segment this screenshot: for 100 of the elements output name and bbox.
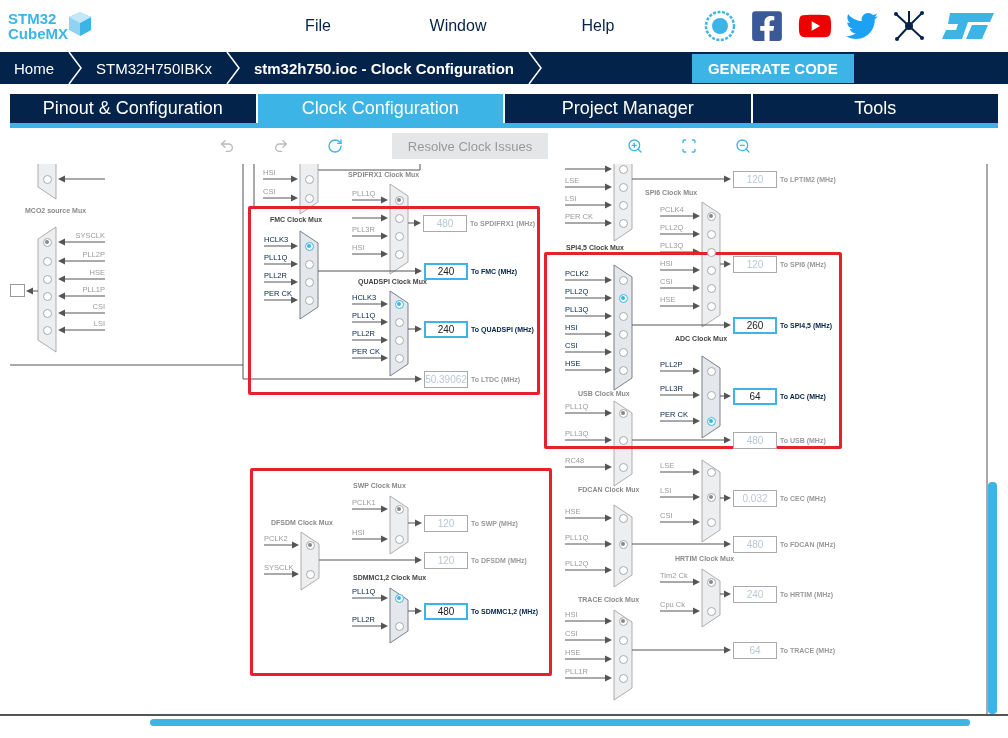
radio-button[interactable] [394,249,404,259]
radio-button[interactable] [706,247,716,257]
frequency-field[interactable]: 480 [424,603,468,620]
tab[interactable]: Tools [752,94,998,123]
twitter-icon[interactable] [846,10,878,42]
radio-button[interactable] [706,366,716,376]
zoom-out-icon[interactable] [735,138,751,154]
radio-button[interactable] [618,182,628,192]
tab[interactable]: Pinout & Configuration [10,94,256,123]
connector-arrow [351,232,388,240]
radio-button[interactable] [706,517,716,527]
radio-button[interactable] [304,241,314,251]
radio-button[interactable] [394,317,404,327]
radio-button[interactable] [304,174,314,184]
radio-button[interactable] [618,275,628,285]
breadcrumb-link[interactable]: stm32h750.ioc - Clock Configuration [239,59,528,77]
tab[interactable]: Project Manager [505,94,751,123]
radio-button[interactable] [618,616,628,626]
radio-button[interactable] [706,301,716,311]
connector-arrow [719,260,731,268]
frequency-field[interactable]: 260 [733,317,777,334]
radio-button[interactable] [618,539,628,549]
connector-arrow [351,594,388,602]
radio-button[interactable] [618,293,628,303]
radio-button[interactable] [706,467,716,477]
radio-button[interactable] [394,504,404,514]
radio-button[interactable] [42,308,52,318]
radio-button[interactable] [706,416,716,426]
radio-button[interactable] [618,654,628,664]
frequency-field[interactable]: 240 [424,263,468,280]
network-icon[interactable] [892,9,926,43]
radio-button[interactable] [618,673,628,683]
radio-button[interactable] [618,365,628,375]
radio-button[interactable] [304,193,314,203]
radio-button[interactable] [394,593,404,603]
breadcrumb-link[interactable]: STM32H750IBKx [82,59,226,77]
radio-button[interactable] [706,606,716,616]
radio-button[interactable] [42,256,52,266]
radio-button[interactable] [42,274,52,284]
menu-item[interactable]: Window [388,17,528,35]
connector-arrow [564,165,612,173]
radio-button[interactable] [618,164,628,174]
radio-button[interactable] [394,335,404,345]
reset-icon[interactable] [327,138,343,154]
radio-button[interactable] [394,299,404,309]
radio-button[interactable] [618,408,628,418]
connector-arrow [564,219,612,227]
connector-arrow [351,505,388,513]
radio-button[interactable] [618,347,628,357]
scrollbar-thumb[interactable] [988,482,997,714]
radio-button[interactable] [42,174,52,184]
connector-arrow [263,278,298,286]
frequency-field[interactable]: 240 [424,321,468,338]
radio-button[interactable] [706,390,716,400]
radio-button[interactable] [706,492,716,502]
menu-item[interactable]: Help [528,17,668,35]
radio-button[interactable] [706,283,716,293]
breadcrumb-link[interactable]: Home [0,59,68,77]
company-logo-icon[interactable] [940,11,996,41]
radio-button[interactable] [305,540,315,550]
radio-button[interactable] [304,295,314,305]
radio-button[interactable] [394,213,404,223]
radio-button[interactable] [618,435,628,445]
connector-arrow [262,194,298,202]
radio-button[interactable] [42,325,52,335]
dropdown-field[interactable] [10,284,25,297]
radio-button[interactable] [304,259,314,269]
radio-button[interactable] [394,231,404,241]
radio-button[interactable] [618,329,628,339]
fit-icon[interactable] [681,138,697,154]
radio-button[interactable] [706,265,716,275]
radio-button[interactable] [304,277,314,287]
radio-button[interactable] [42,291,52,301]
frequency-field[interactable]: 64 [733,388,777,405]
radio-button[interactable] [618,635,628,645]
radio-button[interactable] [618,218,628,228]
connector-arrow [58,257,106,265]
radio-button[interactable] [618,565,628,575]
connector-arrow [564,436,612,444]
radio-button[interactable] [394,534,404,544]
radio-button[interactable] [706,229,716,239]
radio-button[interactable] [42,237,52,247]
radio-button[interactable] [706,577,716,587]
radio-button[interactable] [706,211,716,221]
connector-arrow [407,519,422,527]
radio-button[interactable] [394,195,404,205]
radio-button[interactable] [618,200,628,210]
radio-button[interactable] [394,353,404,363]
menu-item[interactable]: File [248,17,388,35]
facebook-icon[interactable] [750,9,784,43]
radio-button[interactable] [618,513,628,523]
scrollbar-thumb[interactable] [150,719,970,726]
radio-button[interactable] [305,569,315,579]
zoom-in-icon[interactable] [627,138,643,154]
radio-button[interactable] [618,311,628,321]
connector-arrow [407,607,422,615]
radio-button[interactable] [394,621,404,631]
connector-arrow [564,348,612,356]
chevron-icon [527,52,542,84]
radio-button[interactable] [618,462,628,472]
